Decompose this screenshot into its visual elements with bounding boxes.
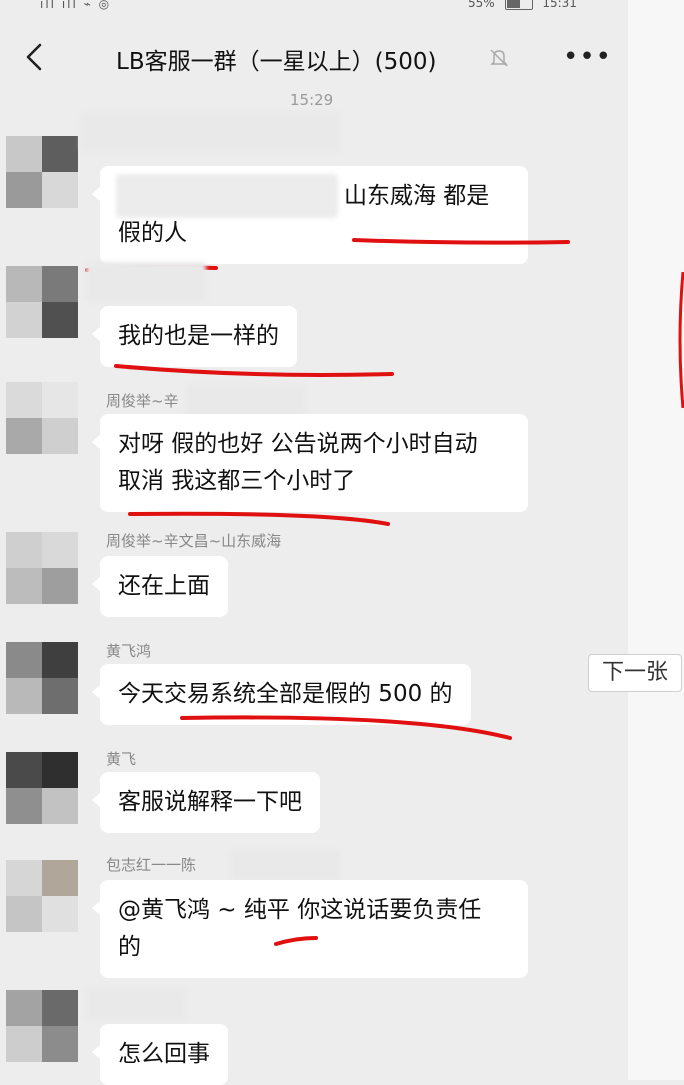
next-image-button[interactable]: 下一张	[588, 654, 682, 692]
chat-title: LB客服一群（一星以上）(500)	[116, 49, 437, 75]
message-bubble[interactable]: 今天交易系统全部是假的 500 的	[92, 664, 471, 725]
signal-icons: ıll ıll ⌁ ◎	[40, 0, 112, 11]
right-margin	[628, 0, 684, 1080]
avatar[interactable]	[6, 642, 78, 714]
message-bubble[interactable]: 我的也是一样的	[92, 306, 297, 367]
message-line: @黄飞鸿 ~ 纯平 你这说话要负责任	[118, 897, 482, 923]
message-line: 客服说解释一下吧	[118, 789, 302, 815]
message-bubble[interactable]: 客服说解释一下吧	[92, 772, 320, 833]
message-bubble[interactable]: 还在上面	[92, 556, 228, 617]
blurred-region	[186, 384, 306, 416]
message-bubble[interactable]: @黄飞鸿 ~ 纯平 你这说话要负责任 的	[92, 880, 528, 978]
message-line: 的	[118, 934, 141, 960]
message-line: 还在上面	[118, 573, 210, 599]
avatar[interactable]	[6, 266, 78, 338]
battery-time: 55% 15:31	[468, 0, 577, 10]
red-annotation-arc	[678, 271, 684, 409]
sender-name: 黄飞	[106, 750, 137, 768]
message-bubble[interactable]: 对呀 假的也好 公告说两个小时自动 取消 我这都三个小时了	[92, 414, 528, 512]
sender-name: 包志红一一陈	[106, 856, 197, 874]
sender-name: 周俊举~辛	[106, 392, 179, 410]
avatar[interactable]	[6, 990, 78, 1062]
chevron-left-icon[interactable]	[22, 42, 46, 72]
blurred-region	[230, 850, 340, 882]
avatar[interactable]	[6, 752, 78, 824]
clock: 15:31	[542, 0, 577, 10]
blurred-region	[86, 262, 206, 302]
avatar[interactable]	[6, 532, 78, 604]
message-line: 怎么回事	[118, 1041, 210, 1067]
blurred-region	[86, 988, 186, 1020]
message-bubble[interactable]: 怎么回事	[92, 1024, 228, 1085]
avatar[interactable]	[6, 860, 78, 932]
battery-icon	[504, 0, 533, 10]
sender-name: 周俊举~辛文昌~山东威海	[106, 532, 282, 550]
status-bar: ıll ıll ⌁ ◎ 55% 15:31	[0, 0, 628, 14]
message-line: 今天交易系统全部是假的 500 的	[118, 681, 453, 707]
blurred-region	[116, 174, 338, 218]
message-line: 取消 我这都三个小时了	[118, 468, 356, 494]
chat-header: LB客服一群（一星以上）(500) •••	[0, 28, 628, 88]
blurred-region	[80, 112, 340, 152]
sender-name: 黄飞鸿	[106, 642, 152, 660]
avatar[interactable]	[6, 136, 78, 208]
message-line: 我的也是一样的	[118, 323, 279, 349]
battery-percent: 55%	[468, 0, 495, 10]
message-line: 假的人	[118, 220, 187, 246]
bell-off-icon	[490, 49, 508, 67]
message-timestamp: 15:29	[290, 91, 334, 109]
more-dots-icon[interactable]: •••	[563, 44, 612, 70]
avatar[interactable]	[6, 382, 78, 454]
message-line: 对呀 假的也好 公告说两个小时自动	[118, 431, 478, 457]
